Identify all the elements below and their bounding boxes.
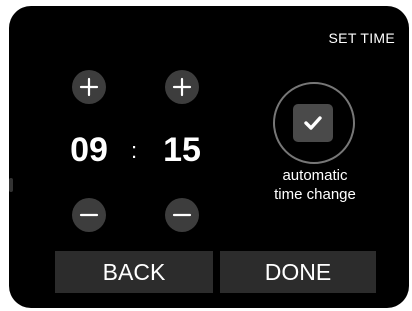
automatic-time-label: automatic time change: [245, 166, 385, 204]
automatic-label-line1: automatic: [282, 167, 348, 184]
minute-decrement-button[interactable]: [165, 198, 199, 232]
hour-increment-button[interactable]: [72, 70, 106, 104]
time-separator: :: [130, 138, 138, 163]
minus-icon: [79, 213, 99, 217]
page-title: SET TIME: [328, 30, 395, 46]
minute-value: 15: [163, 131, 201, 169]
minute-increment-button[interactable]: [165, 70, 199, 104]
back-button[interactable]: BACK: [55, 251, 213, 293]
time-setting-screen: SET TIME 09 : 15 automatic time change B…: [9, 6, 409, 308]
minus-icon: [172, 213, 192, 217]
hour-value: 09: [70, 131, 108, 169]
plus-icon: [79, 77, 99, 97]
checkmark-icon: [304, 116, 322, 130]
side-marker: [9, 178, 13, 192]
hour-decrement-button[interactable]: [72, 198, 106, 232]
automatic-label-line2: time change: [274, 186, 356, 203]
done-button[interactable]: DONE: [220, 251, 376, 293]
plus-icon: [172, 77, 192, 97]
automatic-time-checkbox[interactable]: [293, 104, 333, 142]
